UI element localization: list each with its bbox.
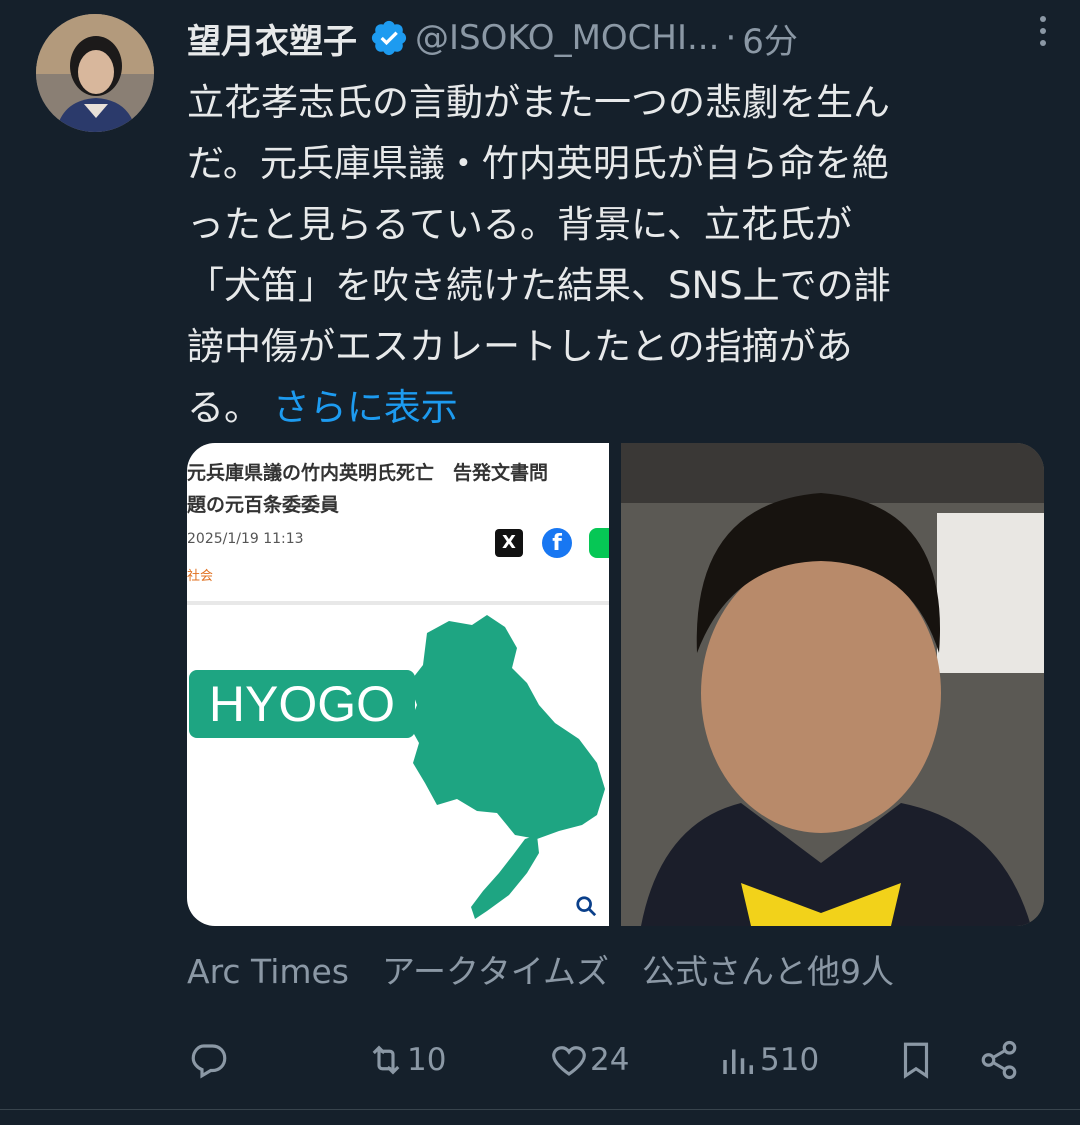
- tweet-text-line: ったと見らるている。背景に、立花氏が: [187, 203, 852, 246]
- tweet-text-line: 立花孝志氏の言動がまた一つの悲劇を生ん: [187, 81, 890, 124]
- retweet-icon: [372, 1045, 400, 1075]
- action-bar: 10 24 510: [0, 1030, 1080, 1090]
- avatar[interactable]: [36, 14, 154, 132]
- like-button[interactable]: 24: [548, 1030, 629, 1090]
- retweet-button[interactable]: 10: [365, 1030, 446, 1090]
- reply-button[interactable]: [188, 1030, 230, 1090]
- bookmark-button[interactable]: [895, 1030, 937, 1090]
- tweet-text-line: 謗中傷がエスカレートしたとの指摘があ: [187, 325, 853, 368]
- tweet-text-line: だ。元兵庫県議・竹内英明氏が自ら命を絶: [187, 142, 889, 185]
- views-button[interactable]: 510: [718, 1030, 819, 1090]
- show-more-link[interactable]: さらに表示: [273, 386, 458, 429]
- portrait-photo: [621, 443, 1044, 926]
- like-count: 24: [590, 1042, 630, 1078]
- tweet-text-line: 「犬笛」を吹き続けた結果、SNS上での誹: [187, 264, 891, 307]
- tweet[interactable]: 望月衣塑子 @ISOKO_MOCHI... · 6分 立花孝志氏の言動がまた一つ…: [0, 0, 1080, 1125]
- hyogo-label: HYOGO: [189, 670, 415, 738]
- views-count: 510: [760, 1042, 820, 1078]
- share-icon: [981, 1040, 1017, 1080]
- media-image-article[interactable]: 元兵庫県議の竹内英明氏死亡 告発文書問 題の元百条委委員 2025/1/19 1…: [187, 443, 609, 926]
- tweet-divider: [0, 1109, 1080, 1110]
- verified-badge-icon: [371, 20, 407, 56]
- social-context[interactable]: Arc Times アークタイムズ 公式さんと他9人: [187, 945, 1067, 993]
- separator-dot: ·: [725, 18, 737, 58]
- retweet-count: 10: [407, 1042, 447, 1078]
- more-options-icon[interactable]: [1038, 16, 1048, 56]
- views-icon: [723, 1049, 753, 1074]
- media-grid: 元兵庫県議の竹内英明氏死亡 告発文書問 題の元百条委委員 2025/1/19 1…: [187, 443, 1044, 926]
- author-handle[interactable]: @ISOKO_MOCHI...: [415, 18, 719, 58]
- media-image-portrait[interactable]: [621, 443, 1044, 926]
- heart-icon: [552, 1046, 586, 1076]
- share-button[interactable]: [978, 1030, 1020, 1090]
- zoom-icon: [576, 896, 597, 917]
- tweet-timestamp[interactable]: 6分: [742, 14, 798, 63]
- author-name[interactable]: 望月衣塑子: [187, 14, 357, 63]
- bookmark-icon: [903, 1042, 929, 1079]
- reply-icon: [191, 1044, 227, 1079]
- tweet-text: 立花孝志氏の言動がまた一つの悲劇を生ん だ。元兵庫県議・竹内英明氏が自ら命を絶 …: [187, 72, 1057, 438]
- tweet-header: 望月衣塑子 @ISOKO_MOCHI... · 6分: [187, 10, 1047, 66]
- tweet-text-line: る。: [187, 386, 261, 429]
